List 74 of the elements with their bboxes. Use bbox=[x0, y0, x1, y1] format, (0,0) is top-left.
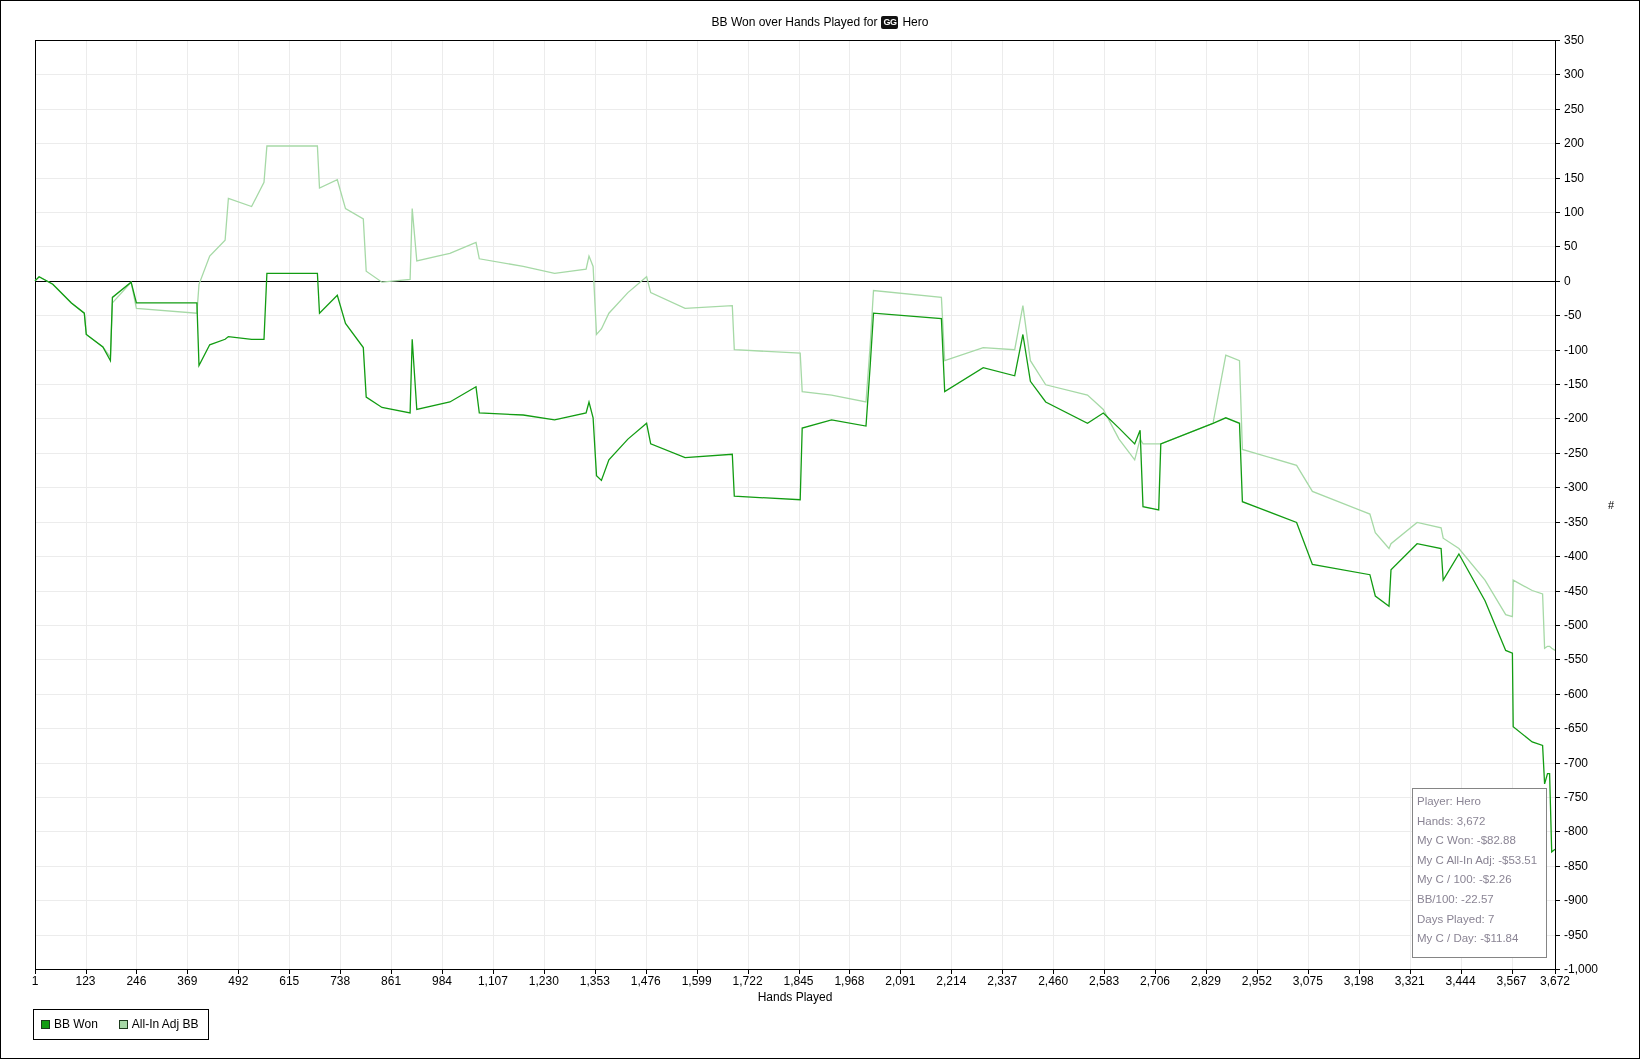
x-tick-label: 2,706 bbox=[1140, 974, 1171, 988]
y-tick-label: -650 bbox=[1564, 721, 1589, 736]
x-tick-label: 2,337 bbox=[987, 974, 1018, 988]
x-tick-label: 369 bbox=[177, 974, 198, 988]
x-tick-label: 2,952 bbox=[1241, 974, 1272, 988]
x-tick-label: 1,599 bbox=[681, 974, 712, 988]
y-tick-label: -200 bbox=[1564, 411, 1589, 426]
y-tick-label: 100 bbox=[1564, 205, 1585, 220]
x-tick-label: 3,444 bbox=[1445, 974, 1476, 988]
legend-label: BB Won bbox=[54, 1018, 98, 1031]
y-axis-title: # bbox=[1607, 499, 1615, 511]
x-tick-label: 1,722 bbox=[732, 974, 763, 988]
x-tick-label: 615 bbox=[279, 974, 300, 988]
x-tick-label: 1,353 bbox=[579, 974, 610, 988]
info-text: Player: Hero bbox=[1417, 795, 1481, 807]
info-text: My C / Day: -$11.84 bbox=[1417, 932, 1519, 945]
y-tick-label: 50 bbox=[1564, 239, 1578, 254]
info-text: My C Won: -$82.88 bbox=[1417, 834, 1516, 847]
info-text: Days Played: 7 bbox=[1417, 912, 1495, 925]
y-tick-label: -550 bbox=[1564, 652, 1589, 667]
y-tick-label: -1,000 bbox=[1564, 962, 1599, 976]
info-text: My C All-In Adj: -$53.51 bbox=[1417, 853, 1538, 866]
x-tick-label: 861 bbox=[381, 974, 402, 988]
x-tick-label: 3,198 bbox=[1343, 974, 1374, 988]
x-tick-label: 246 bbox=[126, 974, 147, 988]
legend-label: All-In Adj BB bbox=[131, 1018, 199, 1031]
x-tick-label: 2,829 bbox=[1190, 974, 1221, 988]
y-tick-label: -100 bbox=[1564, 342, 1589, 357]
y-tick-label: 350 bbox=[1564, 33, 1585, 47]
y-tick-label: -50 bbox=[1564, 308, 1582, 323]
chart-title: BB Won over Hands Played for bbox=[711, 15, 878, 29]
x-tick-label: 2,583 bbox=[1089, 974, 1120, 988]
y-tick-label: -600 bbox=[1564, 686, 1589, 701]
x-tick-label: 2,214 bbox=[936, 974, 967, 988]
x-tick-label: 1,476 bbox=[630, 974, 661, 988]
x-tick-label: 3,672 bbox=[1540, 974, 1570, 988]
x-tick-label: 1 bbox=[31, 974, 39, 988]
info-text: My C / 100: -$2.26 bbox=[1417, 873, 1512, 886]
y-tick-label: -150 bbox=[1564, 377, 1589, 392]
y-tick-label: 200 bbox=[1564, 136, 1585, 151]
x-tick-label: 738 bbox=[330, 974, 351, 988]
y-tick-label: -500 bbox=[1564, 617, 1589, 632]
x-tick-label: 3,321 bbox=[1394, 974, 1425, 988]
y-tick-label: -300 bbox=[1564, 480, 1589, 495]
y-tick-label: 250 bbox=[1564, 101, 1585, 116]
y-tick-label: -800 bbox=[1564, 824, 1589, 839]
x-axis-title: Hands Played bbox=[757, 990, 833, 1004]
x-tick-label: 3,567 bbox=[1496, 974, 1527, 988]
x-tick-label: 2,460 bbox=[1038, 974, 1069, 988]
x-tick-label: 3,075 bbox=[1292, 974, 1323, 988]
x-tick-label: 984 bbox=[432, 974, 453, 988]
player-name: Hero bbox=[902, 15, 929, 29]
y-tick-label: -400 bbox=[1564, 549, 1589, 564]
y-tick-label: -750 bbox=[1564, 789, 1589, 804]
x-tick-label: 2,091 bbox=[885, 974, 916, 988]
x-tick-label: 123 bbox=[75, 974, 96, 988]
y-tick-label: -250 bbox=[1564, 445, 1589, 460]
y-tick-label: -950 bbox=[1564, 927, 1589, 942]
y-tick-label: -450 bbox=[1564, 583, 1589, 598]
info-text: BB/100: -22.57 bbox=[1417, 893, 1494, 905]
x-tick-label: 1,107 bbox=[477, 974, 508, 988]
x-tick-label: 1,845 bbox=[783, 974, 814, 988]
y-tick-label: -850 bbox=[1564, 858, 1589, 873]
y-tick-label: 300 bbox=[1564, 67, 1585, 82]
y-tick-label: 150 bbox=[1564, 170, 1585, 185]
y-tick-label: 0 bbox=[1564, 273, 1571, 288]
y-tick-label: -700 bbox=[1564, 755, 1589, 770]
site-logo: GG bbox=[881, 15, 899, 29]
y-tick-label: -900 bbox=[1564, 893, 1589, 908]
x-tick-label: 492 bbox=[228, 974, 249, 988]
x-tick-label: 1,230 bbox=[528, 974, 559, 988]
info-text: Hands: 3,672 bbox=[1417, 814, 1486, 827]
x-tick-label: 1,968 bbox=[834, 974, 865, 988]
y-tick-label: -350 bbox=[1564, 514, 1589, 529]
